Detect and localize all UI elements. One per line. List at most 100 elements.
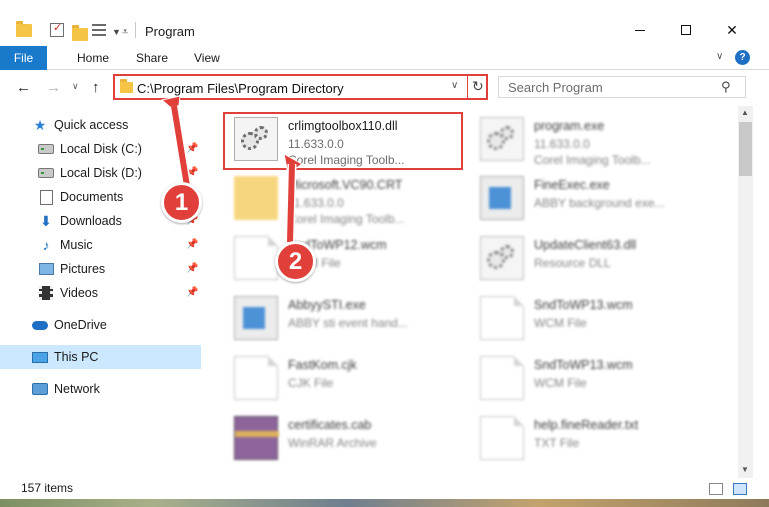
search-placeholder: Search Program [508,80,603,95]
scrollbar-thumb[interactable] [739,122,752,176]
sidebar-item-this-pc[interactable]: This PC [0,345,201,369]
file-type: WinRAR Archive [288,436,377,450]
recent-locations-icon[interactable]: ∨ [72,81,79,92]
sidebar-item-network[interactable]: Network [0,377,201,401]
new-folder-icon[interactable] [72,24,88,44]
file-name: UpdateClient63.dll [534,238,637,252]
star-icon: ★ [33,116,47,133]
help-icon[interactable]: ? [735,50,750,65]
scroll-down-icon[interactable]: ▼ [741,465,749,474]
file-type: ABBY sti event hand... [288,316,408,330]
file-type: WCM File [534,316,587,330]
pin-icon[interactable]: 📌 [186,287,198,298]
details-view-icon[interactable] [709,483,723,495]
maximize-icon [681,25,691,35]
sidebar-item-label: Downloads [60,214,122,228]
tab-file[interactable]: File [0,46,47,70]
pictures-icon [38,261,54,277]
file-type: ABBY background exe... [534,196,665,210]
step-2-arrow [283,153,303,243]
properties-icon[interactable] [50,21,64,37]
tiles-view-icon[interactable] [733,483,747,495]
disk-icon [38,165,54,181]
title-bar: ▼ ⩡ Program ✕ [0,0,769,42]
tab-view[interactable]: View [194,46,220,70]
document-icon [234,356,278,400]
expand-ribbon-icon[interactable]: ∨ [716,51,723,62]
customize-toolbar-icon[interactable]: ⩡ [122,22,128,42]
sidebar-item-label: Local Disk (D:) [60,166,142,180]
desktop-background [0,499,769,507]
sidebar-item-label: Network [54,382,100,396]
minimize-button[interactable] [617,18,663,42]
file-name: certificates.cab [288,418,372,432]
tab-home[interactable]: Home [77,46,109,70]
pin-icon[interactable]: 📌 [186,239,198,250]
search-icon[interactable]: ⚲ [721,79,731,95]
search-input[interactable]: Search Program ⚲ [498,76,746,98]
file-type: Resource DLL [534,256,611,270]
sidebar-item-label: Local Disk (C:) [60,142,142,156]
sidebar-item-label: Videos [60,286,98,300]
navigation-bar: ← → ∨ ↑ C:\Program Files\Program Directo… [0,72,769,102]
document-icon [480,416,524,460]
address-folder-icon [120,79,133,93]
file-name: program.exe [534,119,605,133]
highlighted-file-outline [223,112,463,170]
file-item[interactable]: Microsoft.VC90.CRT 11.633.0.0 Corel Imag… [224,170,464,226]
sidebar-item-onedrive[interactable]: OneDrive [0,313,201,337]
dll-gear-icon [480,236,524,280]
file-item[interactable]: help.fineReader.txt TXT File [470,410,710,466]
address-divider [467,76,468,98]
network-icon [32,381,48,397]
pin-icon[interactable]: 📌 [186,263,198,274]
vertical-scrollbar[interactable]: ▲ ▼ [738,106,753,478]
music-icon: ♪ [42,237,50,253]
archive-icon [234,416,279,460]
file-item[interactable]: certificates.cab WinRAR Archive [224,410,464,466]
file-item[interactable]: AbbyySTI.exe ABBY sti event hand... [224,290,464,346]
back-arrow-icon[interactable]: ← [16,79,31,96]
sidebar-item-label: Pictures [60,262,106,276]
maximize-button[interactable] [663,18,709,42]
sidebar-item-pictures[interactable]: Pictures 📌 [0,257,201,281]
file-item[interactable]: FastKom.cjk CJK File [224,350,464,406]
minimize-icon [635,29,645,31]
sidebar-item-label: OneDrive [54,318,107,332]
file-item[interactable]: SndToWP13.wcm WCM File [470,290,710,346]
sidebar-item-label: Music [60,238,93,252]
file-type: CJK File [288,376,334,390]
quick-access-folder-icon[interactable] [16,20,32,40]
scroll-up-icon[interactable]: ▲ [741,108,749,117]
view-options-icon[interactable] [92,22,110,38]
sidebar-item-label: This PC [54,350,99,364]
close-icon: ✕ [726,21,738,38]
document-icon [480,296,524,340]
up-arrow-icon[interactable]: ↑ [92,79,100,96]
file-name: help.fineReader.txt [534,418,639,432]
file-name: SndToWP13.wcm [534,358,633,372]
file-description: Corel Imaging Toolb... [534,153,651,167]
refresh-icon[interactable]: ↻ [472,78,484,95]
tab-share[interactable]: Share [136,46,168,70]
close-button[interactable]: ✕ [709,18,755,42]
sidebar-item-label: Quick access [54,118,129,132]
forward-arrow-icon[interactable]: → [46,79,61,96]
downloads-icon: ⬇ [40,212,52,229]
window-title: Program [145,24,195,39]
file-item[interactable]: FineExec.exe ABBY background exe... [470,170,710,226]
this-pc-icon [32,349,48,365]
address-dropdown-icon[interactable]: ∨ [451,80,458,91]
ribbon-tabs: File Home Share View ∨ ? [0,46,769,70]
chevron-down-icon[interactable]: ▼ [112,22,121,42]
file-item[interactable]: SndToWP12.wcm WCM File [224,230,464,286]
sidebar-item-label: Documents [60,190,124,204]
file-item[interactable]: UpdateClient63.dll Resource DLL [470,230,710,286]
disk-icon [38,141,54,157]
file-item[interactable]: SndToWP13.wcm WCM File [470,350,710,406]
sidebar-item-videos[interactable]: Videos 📌 [0,281,201,305]
sidebar-item-music[interactable]: ♪ Music 📌 [0,233,201,257]
file-item[interactable]: program.exe 11.633.0.0 Corel Imaging Too… [470,111,710,167]
file-type: TXT File [534,436,580,450]
explorer-window: ▼ ⩡ Program ✕ File Home Share View ∨ ? ←… [0,0,769,507]
